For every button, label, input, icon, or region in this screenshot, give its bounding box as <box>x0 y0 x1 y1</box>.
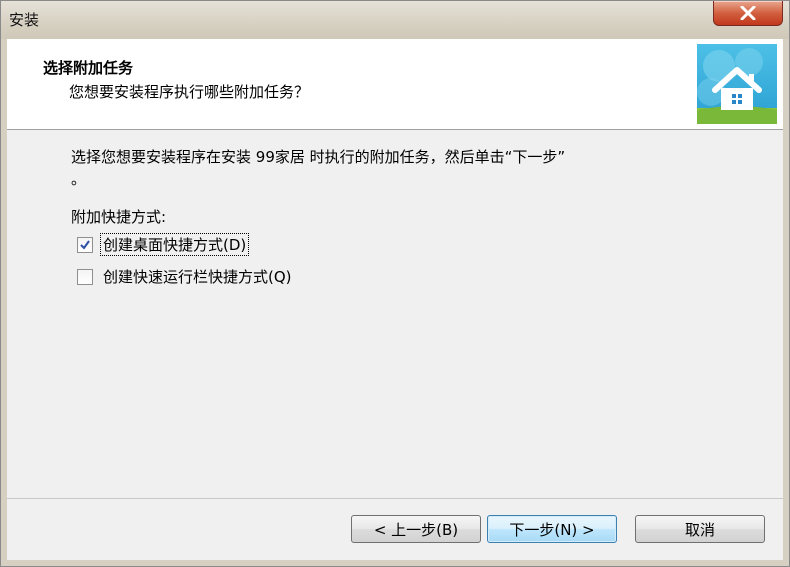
quicklaunch-shortcut-checkbox[interactable] <box>77 268 93 285</box>
wizard-header: 选择附加任务 您想要安装程序执行哪些附加任务？ <box>7 39 783 130</box>
desktop-shortcut-label[interactable]: 创建桌面快捷方式(D) <box>99 233 250 256</box>
desktop-shortcut-option[interactable]: 创建桌面快捷方式(D) <box>77 233 250 256</box>
button-divider <box>7 498 783 499</box>
quicklaunch-shortcut-option[interactable]: 创建快速运行栏快捷方式(Q) <box>77 266 294 287</box>
window-frame-bottom <box>1 560 789 566</box>
desktop-shortcut-checkbox[interactable] <box>77 236 93 253</box>
instructions-line-2: 。 <box>71 170 87 188</box>
cancel-button[interactable]: 取消 <box>635 515 765 543</box>
back-button[interactable]: < 上一步(B) <box>351 515 481 543</box>
instructions-text: 选择您想要安装程序在安装 99家居 时执行的附加任务，然后单击“下一步” 。 <box>71 146 751 190</box>
page-title: 选择附加任务 <box>43 59 134 77</box>
title-bar[interactable]: 安装 <box>1 1 789 39</box>
wizard-body: 选择您想要安装程序在安装 99家居 时执行的附加任务，然后单击“下一步” 。 附… <box>7 130 783 497</box>
close-icon <box>740 6 756 20</box>
next-button[interactable]: 下一步(N) > <box>487 515 617 543</box>
shortcut-group-label: 附加快捷方式: <box>71 208 167 226</box>
window-title: 安装 <box>9 11 40 29</box>
house-logo-icon <box>697 44 777 124</box>
installer-window: 安装 选择附加任务 您想要安装程序执行哪些附加任务？ 选择您想要安装程序在安装 … <box>0 0 790 567</box>
checkmark-icon <box>80 239 90 250</box>
window-frame-right <box>783 39 789 566</box>
close-button[interactable] <box>713 1 783 26</box>
instructions-line-1: 选择您想要安装程序在安装 99家居 时执行的附加任务，然后单击“下一步” <box>71 148 566 166</box>
page-subtitle: 您想要安装程序执行哪些附加任务？ <box>69 83 310 101</box>
quicklaunch-shortcut-label[interactable]: 创建快速运行栏快捷方式(Q) <box>101 266 294 287</box>
